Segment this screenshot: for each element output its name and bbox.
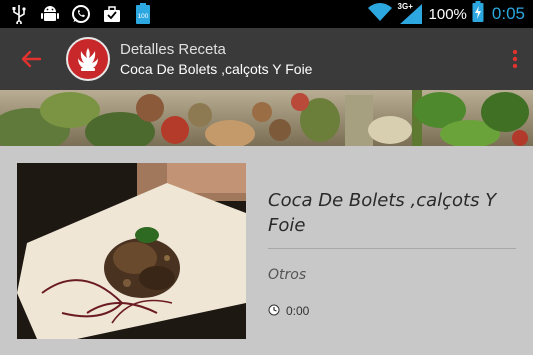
wifi-icon xyxy=(367,2,393,26)
signal-icon: 3G+ xyxy=(397,2,424,25)
whatsapp-icon xyxy=(70,3,92,25)
status-bar: 100 3G+ 100% 0:05 xyxy=(0,0,533,28)
recipe-photo xyxy=(17,163,246,339)
app-logo xyxy=(66,37,110,81)
battery-percent: 100% xyxy=(428,5,467,23)
recipe-time: 0:00 xyxy=(286,303,310,318)
divider xyxy=(268,248,516,249)
recipe-time-row: 0:00 xyxy=(268,301,516,320)
app-bar: Detalles Receta Coca De Bolets ,calçots … xyxy=(0,28,533,90)
timer-icon xyxy=(268,301,280,320)
header-banner-image xyxy=(0,90,533,146)
android-icon xyxy=(39,3,61,25)
overflow-menu-button[interactable] xyxy=(497,28,533,90)
more-vertical-icon xyxy=(512,49,518,69)
back-arrow-icon xyxy=(21,50,42,68)
recipe-category: Otros xyxy=(268,267,307,283)
back-button[interactable] xyxy=(0,28,62,90)
chef-hat-icon xyxy=(78,48,98,71)
battery-charging-icon xyxy=(472,1,484,27)
usb-icon xyxy=(8,3,30,25)
status-clock: 0:05 xyxy=(491,4,525,23)
svg-text:100: 100 xyxy=(138,13,149,20)
screen-subtitle: Coca De Bolets ,calçots Y Foie xyxy=(120,61,313,77)
recipe-detail: Coca De Bolets ,calçots Y Foie Otros 0:0… xyxy=(0,146,533,355)
screen-title: Detalles Receta xyxy=(120,41,226,58)
battery-100-icon: 100 xyxy=(132,3,154,25)
briefcase-icon xyxy=(101,3,123,25)
recipe-info: Coca De Bolets ,calçots Y Foie Otros 0:0… xyxy=(268,188,516,320)
recipe-title: Coca De Bolets ,calçots Y Foie xyxy=(268,190,497,236)
network-type-label: 3G+ xyxy=(397,2,413,11)
